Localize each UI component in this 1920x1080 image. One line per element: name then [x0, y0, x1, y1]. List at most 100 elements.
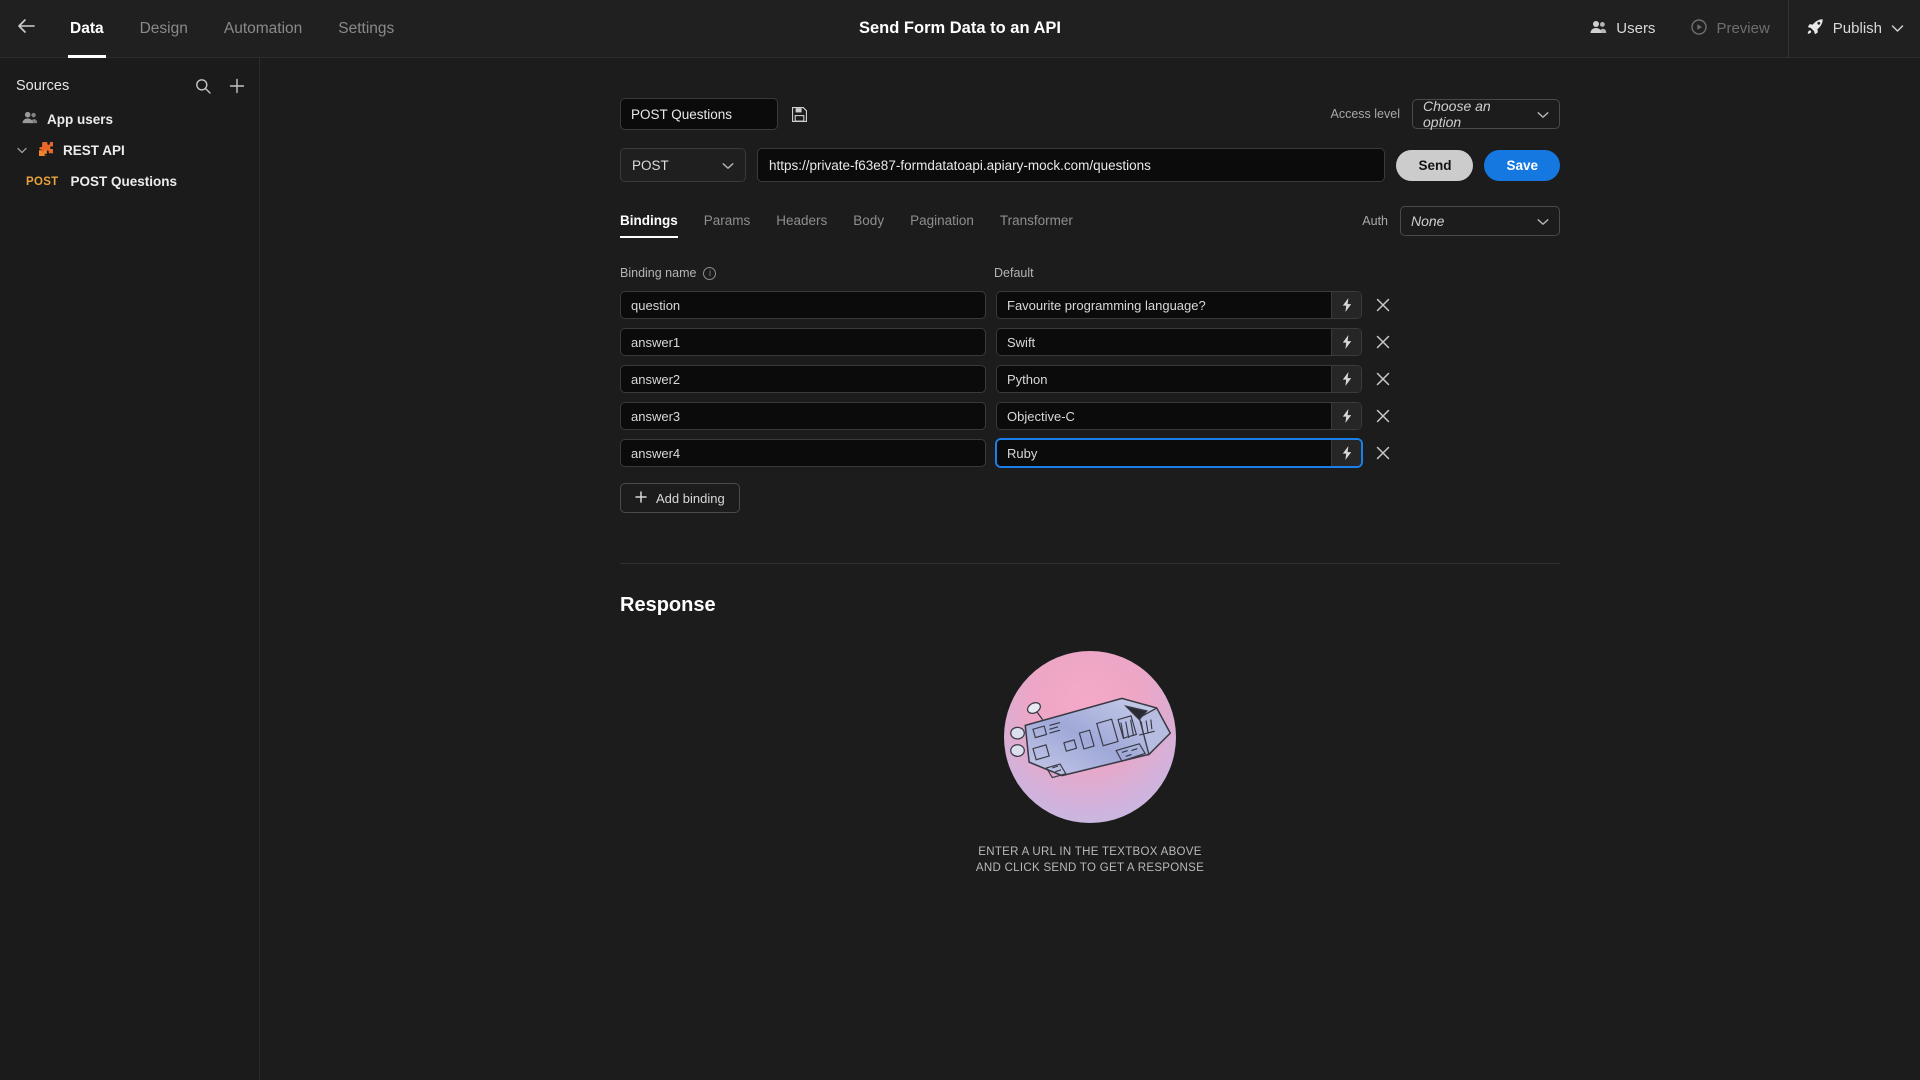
binding-name-input[interactable] [620, 439, 986, 467]
chevron-down-icon [1537, 106, 1549, 122]
binding-default-input[interactable] [997, 329, 1331, 355]
users-icon [1590, 20, 1607, 38]
binding-name-input[interactable] [620, 365, 986, 393]
bindings-list [620, 291, 1560, 467]
binding-name-input[interactable] [620, 291, 986, 319]
empty-caption-line2: AND CLICK SEND TO GET A RESPONSE [975, 861, 1205, 874]
response-empty-caption: ENTER A URL IN THE TEXTBOX ABOVE AND CLI… [976, 845, 1204, 876]
nav-tab-data[interactable]: Data [52, 0, 122, 58]
binding-row [620, 402, 1560, 430]
tab-transformer[interactable]: Transformer [987, 213, 1086, 238]
remove-binding-button[interactable] [1366, 335, 1400, 349]
arrow-left-icon [16, 18, 36, 39]
lightning-bolt-icon[interactable] [1331, 403, 1361, 429]
auth-value: None [1411, 213, 1445, 229]
main-panel: Access level Choose an option POST [260, 58, 1920, 1080]
tab-headers[interactable]: Headers [763, 213, 840, 238]
sources-actions [195, 78, 245, 94]
response-empty-state: ENTER A URL IN THE TEXTBOX ABOVE AND CLI… [620, 651, 1560, 876]
binding-row [620, 439, 1560, 467]
query-name-input[interactable] [620, 98, 778, 130]
binding-default-group [996, 328, 1362, 356]
tab-bindings[interactable]: Bindings [620, 213, 691, 238]
save-button[interactable]: Save [1484, 149, 1560, 181]
sidebar-item-label: App users [47, 111, 114, 127]
play-circle-icon [1691, 18, 1708, 39]
access-level-value: Choose an option [1423, 98, 1491, 130]
sidebar-item-label: REST API [63, 143, 125, 158]
users-label: Users [1616, 20, 1656, 37]
binding-default-input[interactable] [997, 440, 1331, 466]
method-badge: POST [26, 175, 59, 188]
back-button[interactable] [0, 0, 52, 58]
tab-label: Transformer [999, 213, 1073, 228]
puzzle-icon [37, 141, 54, 160]
request-url-input[interactable] [757, 148, 1386, 182]
users-button[interactable]: Users [1572, 0, 1673, 58]
tab-body[interactable]: Body [840, 213, 897, 238]
empty-caption-line1: ENTER A URL IN THE TEXTBOX ABOVE [978, 846, 1202, 858]
nav-tab-settings[interactable]: Settings [320, 0, 412, 58]
binding-default-input[interactable] [997, 403, 1331, 429]
binding-row [620, 291, 1560, 319]
publish-button[interactable]: Publish [1789, 0, 1920, 58]
auth-select[interactable]: None [1400, 206, 1560, 236]
tab-params[interactable]: Params [691, 213, 764, 238]
binding-name-input[interactable] [620, 328, 986, 356]
search-icon[interactable] [195, 78, 211, 94]
tab-label: Pagination [910, 213, 974, 228]
nav-tab-label: Design [139, 19, 188, 37]
http-method-value: POST [632, 157, 669, 173]
remove-binding-button[interactable] [1366, 372, 1400, 386]
rocket-icon [1807, 18, 1824, 39]
binding-row [620, 365, 1560, 393]
nav-tab-label: Data [70, 19, 104, 37]
response-title: Response [620, 594, 716, 616]
lightning-bolt-icon[interactable] [1331, 366, 1361, 392]
remove-binding-button[interactable] [1366, 409, 1400, 423]
lightning-bolt-icon[interactable] [1331, 292, 1361, 318]
users-icon [22, 111, 38, 127]
remove-binding-button[interactable] [1366, 446, 1400, 460]
sources-header: Sources [0, 68, 259, 104]
publish-label: Publish [1832, 20, 1882, 37]
send-button[interactable]: Send [1396, 149, 1474, 181]
plus-icon[interactable] [229, 78, 245, 94]
access-level-select[interactable]: Choose an option [1412, 98, 1560, 130]
tab-pagination[interactable]: Pagination [897, 213, 987, 238]
sidebar-item-app-users[interactable]: App users [0, 104, 259, 134]
auth-group: Auth None [1362, 206, 1560, 238]
query-name-row: Access level Choose an option [620, 98, 1560, 130]
binding-default-input[interactable] [997, 366, 1331, 392]
binding-default-input[interactable] [997, 292, 1331, 318]
preview-button[interactable]: Preview [1673, 0, 1787, 58]
nav-tab-automation[interactable]: Automation [206, 0, 320, 58]
info-icon[interactable]: i [703, 266, 717, 280]
access-level-group: Access level Choose an option [1330, 98, 1560, 130]
remove-binding-button[interactable] [1366, 298, 1400, 312]
lightning-bolt-icon[interactable] [1331, 329, 1361, 355]
add-binding-button[interactable]: Add binding [620, 483, 740, 513]
nav-tab-design[interactable]: Design [122, 0, 206, 58]
chevron-down-icon [722, 158, 734, 173]
sidebar-item-post-questions[interactable]: POST POST Questions [0, 167, 259, 196]
binding-default-group [996, 439, 1362, 467]
tab-label: Body [853, 213, 885, 228]
chevron-down-icon[interactable] [16, 147, 28, 154]
access-level-label: Access level [1330, 107, 1400, 121]
tab-label: Headers [776, 213, 828, 228]
chevron-down-icon [1537, 213, 1549, 229]
tab-label: Bindings [620, 213, 678, 228]
chevron-down-icon [1891, 20, 1904, 37]
lightning-bolt-icon[interactable] [1331, 440, 1361, 466]
nav-tab-label: Automation [223, 19, 303, 37]
binding-default-group [996, 402, 1362, 430]
binding-name-input[interactable] [620, 402, 986, 430]
sidebar-item-rest-api[interactable]: REST API [0, 134, 259, 167]
floppy-disk-icon[interactable] [792, 106, 807, 122]
spaceship-illustration [1004, 651, 1176, 823]
binding-row [620, 328, 1560, 356]
sidebar-item-label: POST Questions [70, 174, 178, 189]
top-bar-actions: Users Preview Publish [1572, 0, 1920, 58]
http-method-select[interactable]: POST [620, 148, 746, 182]
